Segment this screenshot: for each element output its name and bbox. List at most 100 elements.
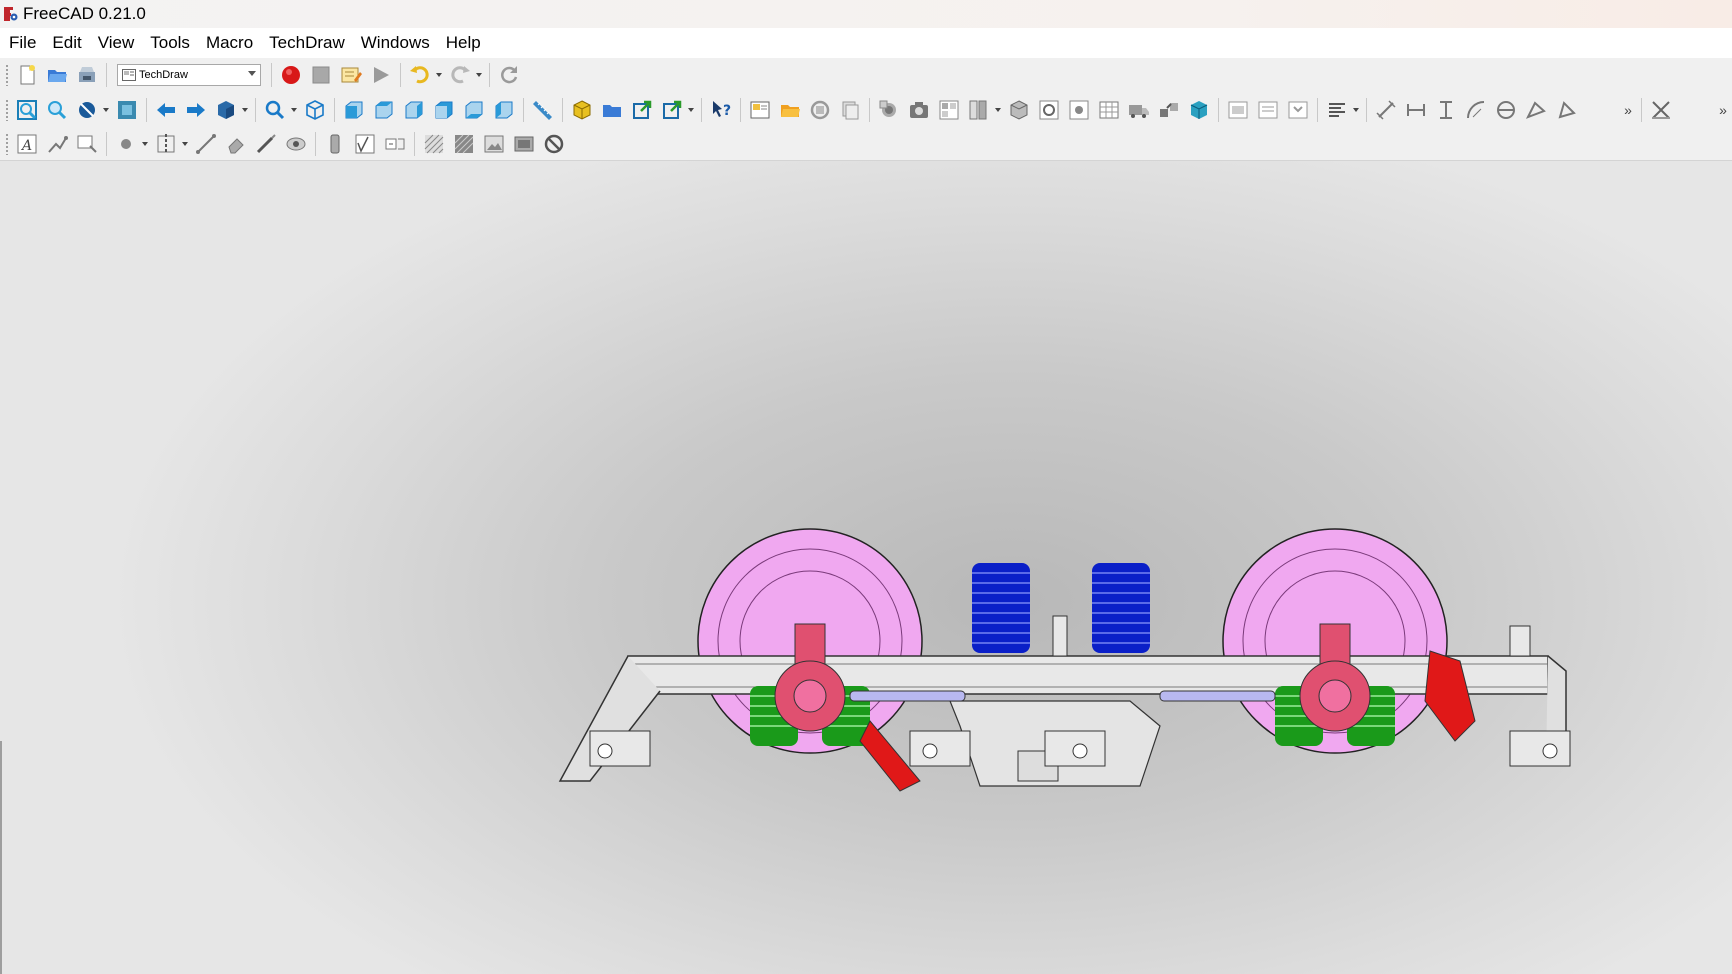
- edit-macro-button[interactable]: [338, 62, 364, 88]
- menu-help[interactable]: Help: [438, 28, 489, 58]
- right-air-spring[interactable]: [1092, 563, 1150, 653]
- print-all-pages-button[interactable]: [837, 97, 863, 123]
- insert-page-template-button[interactable]: [777, 97, 803, 123]
- decorate-line-button[interactable]: [253, 131, 279, 157]
- radius-dimension-button[interactable]: [1463, 97, 1489, 123]
- menu-view[interactable]: View: [90, 28, 143, 58]
- redraw-page-button[interactable]: [807, 97, 833, 123]
- export-button[interactable]: [1186, 97, 1212, 123]
- insert-view-button[interactable]: [876, 97, 902, 123]
- front-view-button[interactable]: [341, 97, 367, 123]
- cosmetic-vertex-button[interactable]: [113, 131, 139, 157]
- zoom-button[interactable]: [262, 97, 288, 123]
- weld-symbol-button[interactable]: [322, 131, 348, 157]
- section-view-button[interactable]: [966, 97, 992, 123]
- save-document-button[interactable]: [74, 62, 100, 88]
- refresh-button[interactable]: [496, 62, 522, 88]
- balloon-button[interactable]: [1648, 97, 1674, 123]
- rich-text-annotation-button[interactable]: [74, 131, 100, 157]
- angle-dimension-button[interactable]: [1523, 97, 1549, 123]
- toolbar-overflow-button-2[interactable]: »: [1718, 97, 1728, 123]
- draw-style-button[interactable]: [74, 97, 100, 123]
- fit-all-button[interactable]: [14, 97, 40, 123]
- run-macro-button[interactable]: [368, 62, 394, 88]
- menu-tools[interactable]: Tools: [142, 28, 198, 58]
- open-document-button[interactable]: [44, 62, 70, 88]
- isometric-view-button[interactable]: [302, 97, 328, 123]
- vertical-dimension-button[interactable]: [1433, 97, 1459, 123]
- menu-windows[interactable]: Windows: [353, 28, 438, 58]
- geometric-hatch-button[interactable]: [451, 131, 477, 157]
- toolbar-grip[interactable]: [5, 133, 9, 155]
- diameter-dimension-button[interactable]: [1493, 97, 1519, 123]
- detail-view-button[interactable]: [1006, 97, 1032, 123]
- zoom-dropdown[interactable]: [290, 97, 298, 123]
- draw-style-dropdown[interactable]: [102, 97, 110, 123]
- align-dropdown[interactable]: [1352, 97, 1360, 123]
- 3d-viewport[interactable]: [0, 161, 1732, 974]
- std-view-dropdown[interactable]: [241, 97, 249, 123]
- bounding-box-button[interactable]: [114, 97, 140, 123]
- menu-techdraw[interactable]: TechDraw: [261, 28, 353, 58]
- insert-image-button[interactable]: [481, 131, 507, 157]
- create-group-button[interactable]: [599, 97, 625, 123]
- menu-edit[interactable]: Edit: [44, 28, 89, 58]
- export-page-pdf-button[interactable]: [1285, 97, 1311, 123]
- show-all-button[interactable]: [283, 131, 309, 157]
- no-sign-button[interactable]: [541, 131, 567, 157]
- align-button[interactable]: [1324, 97, 1350, 123]
- new-document-button[interactable]: [14, 62, 40, 88]
- bottom-view-button[interactable]: [461, 97, 487, 123]
- rear-view-button[interactable]: [431, 97, 457, 123]
- redo-dropdown[interactable]: [475, 62, 483, 88]
- menu-file[interactable]: File: [0, 28, 44, 58]
- export-page-svg-button[interactable]: [1225, 97, 1251, 123]
- redo-button[interactable]: [447, 62, 473, 88]
- leader-line-button[interactable]: [44, 131, 70, 157]
- insert-active-view-button[interactable]: [906, 97, 932, 123]
- undo-dropdown[interactable]: [435, 62, 443, 88]
- cosmetic-line-button[interactable]: [193, 131, 219, 157]
- fit-selection-button[interactable]: [44, 97, 70, 123]
- measure-distance-button[interactable]: [530, 97, 556, 123]
- toolbar-grip[interactable]: [5, 99, 9, 121]
- std-view-menu-button[interactable]: [213, 97, 239, 123]
- tolerance-button[interactable]: [382, 131, 408, 157]
- 3pt-angle-dimension-button[interactable]: [1553, 97, 1579, 123]
- left-view-button[interactable]: [491, 97, 517, 123]
- bogie-model[interactable]: [550, 391, 1580, 881]
- create-part-button[interactable]: [569, 97, 595, 123]
- link-actions-dropdown[interactable]: [687, 97, 695, 123]
- centerline-dropdown[interactable]: [181, 131, 189, 157]
- right-view-button[interactable]: [401, 97, 427, 123]
- export-page-dxf-button[interactable]: [1255, 97, 1281, 123]
- workbench-selector[interactable]: TechDraw: [117, 64, 261, 86]
- menu-macro[interactable]: Macro: [198, 28, 261, 58]
- insert-default-page-button[interactable]: [747, 97, 773, 123]
- insert-projection-group-button[interactable]: [936, 97, 962, 123]
- toggle-frames-button[interactable]: [511, 131, 537, 157]
- view-forward-button[interactable]: [183, 97, 209, 123]
- make-link-button[interactable]: [629, 97, 655, 123]
- draft-view-button[interactable]: [1036, 97, 1062, 123]
- spreadsheet-view-button[interactable]: [1096, 97, 1122, 123]
- hatch-button[interactable]: [421, 131, 447, 157]
- undo-button[interactable]: [407, 62, 433, 88]
- view-back-button[interactable]: [153, 97, 179, 123]
- annotation-button[interactable]: A: [14, 131, 40, 157]
- cosmetic-eraser-button[interactable]: [223, 131, 249, 157]
- stop-macro-button[interactable]: [308, 62, 334, 88]
- arch-view-button[interactable]: [1066, 97, 1092, 123]
- link-actions-button[interactable]: [659, 97, 685, 123]
- section-view-dropdown[interactable]: [994, 97, 1002, 123]
- length-dimension-button[interactable]: [1373, 97, 1399, 123]
- symbol-button[interactable]: [1126, 97, 1152, 123]
- lower-brackets[interactable]: [589, 730, 1571, 767]
- toolbar-overflow-button[interactable]: »: [1623, 97, 1633, 123]
- toolbar-grip[interactable]: [5, 64, 9, 86]
- clip-group-button[interactable]: [1156, 97, 1182, 123]
- centerline-button[interactable]: [153, 131, 179, 157]
- cosmetic-vertex-dropdown[interactable]: [141, 131, 149, 157]
- left-air-spring[interactable]: [972, 563, 1030, 653]
- surface-finish-button[interactable]: [352, 131, 378, 157]
